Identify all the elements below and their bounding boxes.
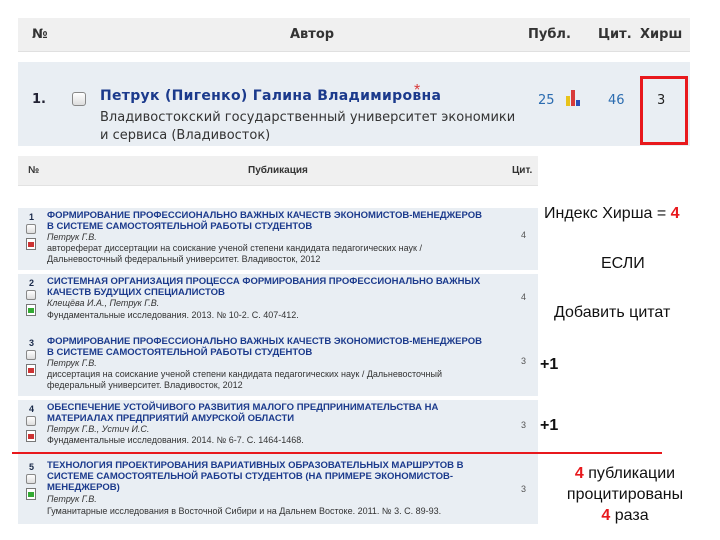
author-num: 1. [32,92,46,107]
hirsch-statement: Индекс Хирша = 4 [544,205,680,223]
pub-source: автореферат диссертации на соискание уче… [47,243,422,264]
if-label: ЕСЛИ [601,255,645,272]
pub-authors: Петрук Г.В., Устич И.С. [47,424,150,434]
pub-authors: Петрук Г.В. [47,232,97,242]
pub-authors: Клещёва И.А., Петрук Г.В. [47,298,160,308]
pub-header-cit[interactable]: Цит. [512,165,532,176]
author-publ-count[interactable]: 25 [538,93,555,108]
header-num: № [32,27,48,42]
author-table: № Автор Публ. Цит. Хирш 1. Петрук (Пиген… [18,18,690,146]
pub-authors: Петрук Г.В. [47,494,97,504]
header-hirsch[interactable]: Хирш [640,27,682,42]
add-citations-label: Добавить цитат [554,304,671,321]
star-icon: * [414,82,421,99]
author-table-header: № Автор Публ. Цит. Хирш [18,18,690,52]
pub-checkbox[interactable] [26,350,36,360]
pub-header-num: № [28,165,40,176]
pub-source: диссертация на соискание ученой степени … [47,369,443,390]
pub-title-link[interactable]: Формирование профессионально важных каче… [47,210,487,232]
result-line2: процитированы [566,486,684,503]
author-name-link[interactable]: Петрук (Пигенко) Галина Владимировна [100,88,441,104]
pub-source: Фундаментальные исследования. 2014. № 6-… [47,435,304,445]
result-count-2: 4 [601,507,611,524]
author-row: 1. Петрук (Пигенко) Галина Владимировна … [18,62,690,146]
divider-line [12,452,662,454]
pub-checkbox[interactable] [26,416,36,426]
pub-checkbox[interactable] [26,290,36,300]
pub-authors: Петрук Г.В. [47,358,97,368]
pub-cit[interactable]: 3 [521,420,526,430]
pub-cit[interactable]: 3 [521,356,526,366]
pub-checkbox[interactable] [26,474,36,484]
pub-title-link[interactable]: Технология проектирования вариативных об… [47,460,487,493]
pub-num: 4 [29,404,35,414]
document-icon[interactable] [26,488,36,500]
pub-cit[interactable]: 4 [521,292,526,302]
hirsch-value: 4 [670,205,680,222]
header-author[interactable]: Автор [290,27,334,42]
publication-row: 3 Формирование профессионально важных ка… [18,334,538,396]
publications-header: № Публикация Цит. [18,156,538,186]
plus-one-a: +1 [540,356,559,373]
pub-title-link[interactable]: Обеспечение устойчивого развития малого … [47,402,487,424]
header-publ[interactable]: Публ. [528,27,571,42]
publication-row: 2 Системная организация процесса формиро… [18,274,538,336]
result-statement: 4 публикации процитированы 4 раза [546,463,704,526]
pub-checkbox[interactable] [26,224,36,234]
plus-one-b: +1 [540,417,559,434]
bar-chart-icon[interactable] [566,90,582,106]
pub-num: 5 [29,462,35,472]
pub-header-title[interactable]: Публикация [248,165,308,176]
pub-title-link[interactable]: Формирование профессионально важных каче… [47,336,487,358]
document-icon[interactable] [26,364,36,376]
author-checkbox[interactable] [72,92,86,106]
pub-source: Гуманитарные исследования в Восточной Си… [47,506,442,516]
pub-num: 2 [29,278,35,288]
header-cit[interactable]: Цит. [598,27,632,42]
author-cit-count[interactable]: 46 [608,93,625,108]
pub-num: 1 [29,212,35,222]
pub-title-link[interactable]: Системная организация процесса формирова… [47,276,487,298]
hirsch-highlight-box [640,76,688,145]
result-line1: публикации [583,465,676,482]
result-line3: раза [610,507,649,524]
pub-num: 3 [29,338,35,348]
pub-source: Фундаментальные исследования. 2013. № 10… [47,310,299,320]
pub-cit[interactable]: 4 [521,230,526,240]
publication-row: 5 Технология проектирования вариативных … [18,458,538,524]
document-icon[interactable] [26,304,36,316]
hirsch-prefix: Индекс Хирша = [544,205,671,222]
publications-table: № Публикация Цит. 1 Формирование професс… [18,156,538,526]
publication-row: 1 Формирование профессионально важных ка… [18,208,538,270]
author-organization: Владивостокский государственный универси… [100,110,516,143]
result-count: 4 [574,465,584,482]
document-icon[interactable] [26,238,36,250]
document-icon[interactable] [26,430,36,442]
pub-cit[interactable]: 3 [521,484,526,494]
